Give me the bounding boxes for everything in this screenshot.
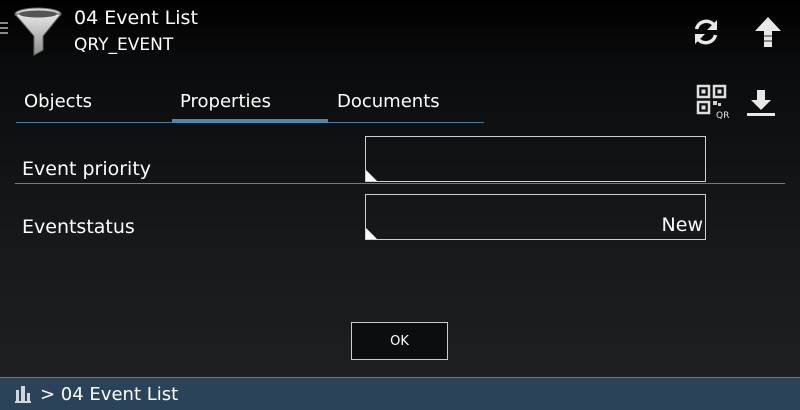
download-icon[interactable] <box>744 86 778 120</box>
breadcrumb[interactable]: > 04 Event List <box>40 384 178 406</box>
qr-code-icon[interactable]: QR <box>696 84 732 121</box>
page-subtitle: QRY_EVENT <box>74 35 174 55</box>
eventstatus-label: Eventstatus <box>22 216 135 238</box>
dropdown-corner-icon <box>366 228 377 239</box>
ok-button[interactable]: OK <box>351 322 448 360</box>
event-priority-field[interactable] <box>365 136 706 182</box>
menu-icon[interactable] <box>0 22 8 36</box>
tab-documents[interactable]: Documents <box>337 88 440 118</box>
active-tab-indicator <box>172 119 328 123</box>
row-divider <box>15 183 785 184</box>
event-priority-label: Event priority <box>22 158 152 180</box>
tab-properties[interactable]: Properties <box>180 88 271 118</box>
eventstatus-value: New <box>661 214 703 236</box>
eventstatus-field[interactable]: New <box>365 194 706 240</box>
refresh-icon[interactable] <box>686 12 726 52</box>
tab-objects[interactable]: Objects <box>24 88 92 118</box>
page-title: 04 Event List <box>74 7 198 29</box>
breadcrumb-bar: > 04 Event List <box>0 377 800 410</box>
upload-arrow-icon[interactable] <box>748 12 788 52</box>
dropdown-corner-icon <box>366 170 377 181</box>
filter-icon[interactable] <box>12 6 68 58</box>
qr-label: QR <box>716 111 729 120</box>
castle-icon[interactable] <box>14 384 32 404</box>
